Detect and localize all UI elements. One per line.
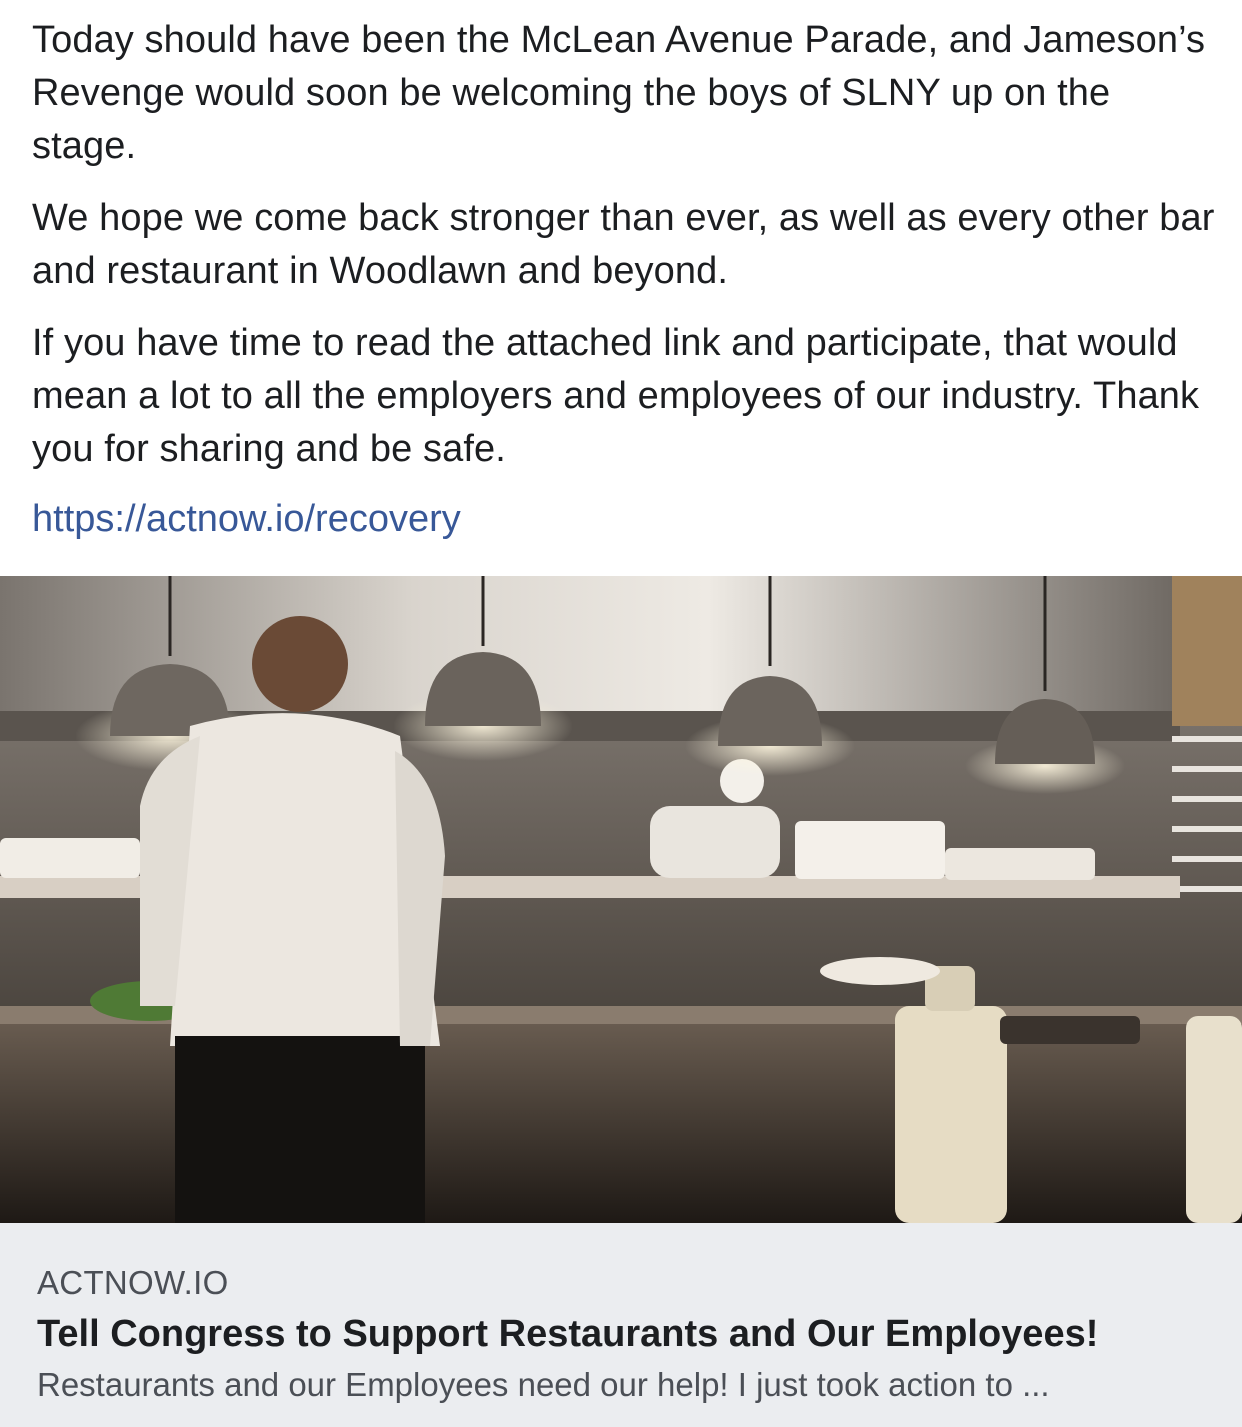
link-preview-card[interactable]: ACTNOW.IO Tell Congress to Support Resta… — [0, 576, 1242, 1427]
link-title[interactable]: Tell Congress to Support Restaurants and… — [37, 1311, 1217, 1357]
post-paragraph-3: If you have time to read the attached li… — [32, 322, 1200, 470]
post-paragraph-1: Today should have been the McLean Avenue… — [32, 19, 1206, 167]
post-paragraph-2: We hope we come back stronger than ever,… — [32, 197, 1215, 292]
post-body: Today should have been the McLean Avenue… — [32, 14, 1222, 546]
link-preview-image[interactable] — [0, 576, 1242, 1223]
link-description: Restaurants and our Employees need our h… — [37, 1366, 1050, 1403]
link-domain: ACTNOW.IO — [37, 1264, 229, 1301]
post-url-link[interactable]: https://actnow.io/recovery — [32, 493, 1222, 546]
restaurant-kitchen-photo — [0, 576, 1242, 1223]
link-preview-meta[interactable]: ACTNOW.IO Tell Congress to Support Resta… — [0, 1223, 1242, 1427]
